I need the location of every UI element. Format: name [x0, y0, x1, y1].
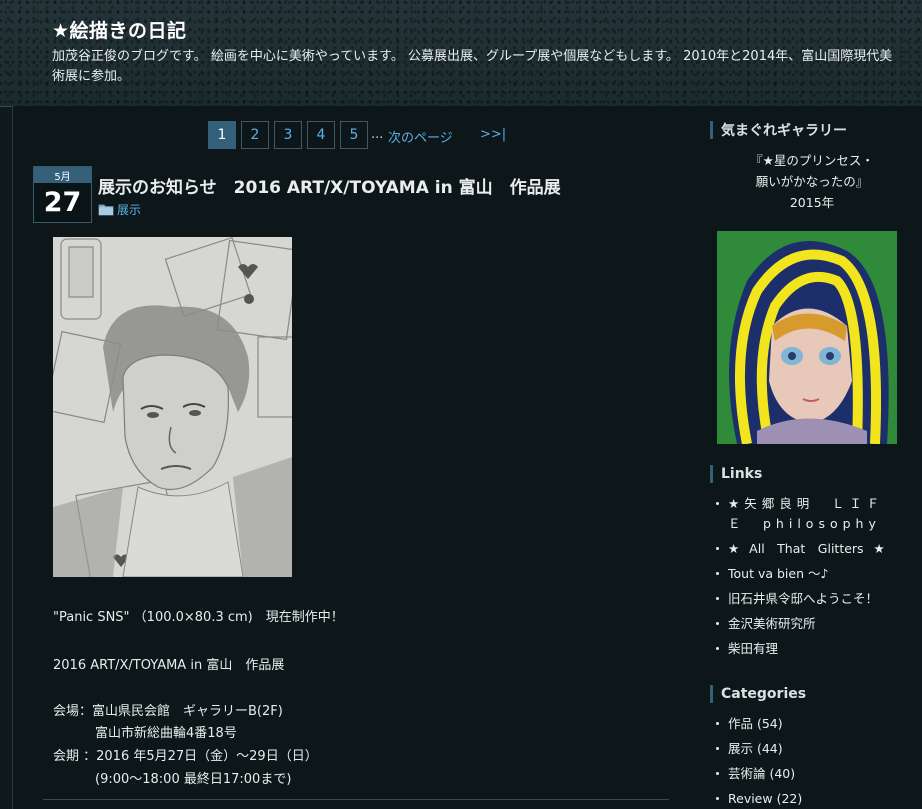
last-page-link[interactable]: >>|	[480, 127, 506, 142]
post-exhibition-name: 2016 ART/X/TOYAMA in 富山 作品展	[53, 658, 285, 673]
princess-painting-icon	[717, 231, 897, 444]
link-item[interactable]: ★矢郷良明 ＬＩＦＥ philosophy	[716, 494, 896, 534]
bullet	[716, 772, 719, 775]
page-1-button[interactable]: 1	[208, 121, 236, 149]
page-4-button[interactable]: 4	[307, 121, 335, 149]
site-description: 加茂谷正俊のブログです。 絵画を中心に美術やっています。 公募展出展、グループ展…	[52, 49, 893, 84]
post-period: 会期 ：2016 年5月27日（金）〜29日（日）	[53, 749, 318, 764]
page-2-button[interactable]: 2	[241, 121, 269, 149]
link-label[interactable]: Tout va bien 〜♪	[728, 564, 828, 584]
gallery-widget-title: 気まぐれギャラリー	[710, 121, 847, 139]
gallery-caption-line: 2015年	[789, 195, 835, 210]
category-label[interactable]: 作品 (54)	[728, 714, 783, 734]
site-title[interactable]: ★絵描きの日記	[52, 16, 187, 43]
pencil-portrait-icon	[53, 237, 292, 577]
bullet	[716, 797, 719, 800]
gallery-caption-line: 『★星のプリンセス・	[750, 153, 874, 168]
links-widget-title: Links	[710, 465, 762, 483]
link-label[interactable]: ★矢郷良明 ＬＩＦＥ philosophy	[728, 494, 898, 534]
post-address: 富山市新総曲輪4番18号	[95, 726, 237, 741]
page-5-button[interactable]: 5	[340, 121, 368, 149]
link-label[interactable]: 金沢美術研究所	[728, 614, 816, 634]
bullet	[716, 572, 719, 575]
bullet	[716, 597, 719, 600]
post-artwork-image[interactable]	[53, 237, 292, 577]
page-3-button[interactable]: 3	[274, 121, 302, 149]
post-title-link[interactable]: 展示のお知らせ 2016 ART/X/TOYAMA in 富山 作品展	[98, 173, 561, 198]
link-label[interactable]: ★ All That Glitters ★	[728, 539, 885, 559]
bullet	[716, 722, 719, 725]
post-artwork-caption: "Panic SNS" （100.0×80.3 cm) 現在制作中！	[53, 610, 344, 625]
next-page-link[interactable]: 次のページ	[388, 127, 453, 146]
post-divider	[43, 799, 669, 800]
categories-widget-title: Categories	[710, 685, 806, 703]
pager-ellipsis: ...	[371, 127, 384, 142]
post-date-month: 5月	[34, 167, 91, 183]
link-label[interactable]: 柴田有理	[728, 639, 778, 659]
bullet	[716, 622, 719, 625]
bullet	[716, 647, 719, 650]
post-venue: 会場：富山県民会館 ギャラリーB(2F)	[53, 704, 283, 719]
gallery-artwork-image[interactable]	[717, 231, 897, 444]
post-date-day: 27	[43, 186, 82, 218]
site-header: ★絵描きの日記 加茂谷正俊のブログです。 絵画を中心に美術やっています。 公募展…	[0, 0, 922, 107]
gallery-caption-line: 願いがかなったの』	[755, 174, 869, 189]
post-category-label[interactable]: 展示	[117, 201, 141, 218]
post-hours: (9:00〜18:00 最終日17:00まで)	[95, 772, 292, 787]
category-label[interactable]: Review (22)	[728, 789, 802, 809]
category-label[interactable]: 展示 (44)	[728, 739, 783, 759]
bullet	[716, 747, 719, 750]
bullet	[716, 502, 719, 505]
post-category[interactable]: 展示	[98, 201, 141, 218]
link-label[interactable]: 旧石井県令邸へようこそ！	[728, 589, 878, 609]
category-label[interactable]: 芸術論 (40)	[728, 764, 795, 784]
post-date-badge: 5月 27	[33, 166, 92, 223]
folder-icon	[98, 203, 114, 216]
gallery-caption: 『★星のプリンセス・ 願いがかなったの』 2015年	[712, 150, 912, 213]
bullet	[716, 547, 719, 550]
